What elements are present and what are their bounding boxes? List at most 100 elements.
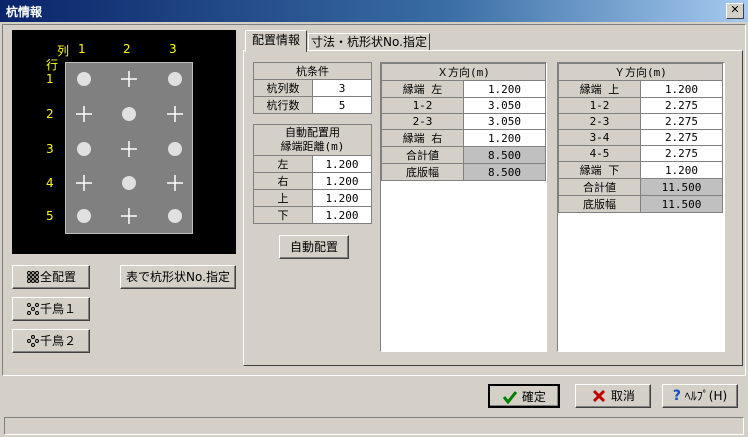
title-bar: 杭情報 ✕: [0, 0, 748, 22]
pile-empty-2-1[interactable]: [76, 106, 92, 122]
auto-edge-table: 自動配置用 縁端距離(m) 左 1.200 右 1.200 上 1.200 下 1.200: [253, 124, 372, 224]
footing-plan[interactable]: [65, 62, 193, 234]
pile-marker-5-3[interactable]: [168, 209, 182, 223]
pile-marker-3-3[interactable]: [168, 142, 182, 156]
edge-bottom-value[interactable]: 1.200: [312, 206, 372, 224]
close-button[interactable]: ✕: [726, 3, 744, 19]
y-dir-value[interactable]: 1.200: [640, 80, 723, 98]
pile-marker-3-1[interactable]: [77, 142, 91, 156]
pile-marker-5-1[interactable]: [77, 209, 91, 223]
x-direction-panel: Ｘ方向(m) 縁端 左 1.200 1-2 3.050 2-3 3.050 縁端 右 1.20…: [380, 62, 547, 352]
ok-label: 確定: [521, 390, 546, 404]
x-dir-value[interactable]: 1.200: [463, 80, 546, 98]
chidori1-label: 千鳥１: [39, 302, 76, 316]
y-dir-label: 縁端 下: [558, 161, 641, 179]
grid-dots-icon: [26, 271, 39, 283]
edge-right-label: 右: [253, 172, 313, 190]
y-dir-value[interactable]: 2.275: [640, 113, 723, 130]
edge-bottom-label: 下: [253, 206, 313, 224]
pile-rows-label: 杭行数: [253, 96, 313, 114]
row-label-3: 3: [46, 142, 54, 156]
x-icon: [593, 389, 606, 403]
pile-marker-1-1[interactable]: [77, 72, 91, 86]
edge-left-value[interactable]: 1.200: [312, 155, 372, 173]
table-spec-button[interactable]: 表で杭形状No.指定: [120, 265, 236, 289]
auto-cond-title: 自動配置用 縁端距離(m): [253, 124, 372, 156]
staggered-dots-alt-icon: [26, 335, 39, 347]
x-dir-label: 底版幅: [381, 163, 464, 181]
pile-rows-value[interactable]: 5: [312, 96, 372, 114]
y-dir-label: 2-3: [558, 113, 641, 130]
pile-empty-4-3[interactable]: [167, 175, 183, 191]
pile-empty-5-2[interactable]: [121, 208, 137, 224]
chidori2-label: 千鳥２: [39, 334, 76, 348]
help-button[interactable]: ? ﾍﾙﾌﾟ(H): [662, 384, 738, 408]
pile-empty-3-2[interactable]: [121, 141, 137, 157]
col-header: 列: [57, 44, 70, 58]
cancel-button[interactable]: 取消: [575, 384, 651, 408]
edge-left-label: 左: [253, 155, 313, 173]
x-dir-label: 縁端 左: [381, 80, 464, 98]
x-dir-label: 縁端 右: [381, 129, 464, 147]
y-dir-row: 合計値 11.500: [558, 178, 723, 196]
y-dir-value: 11.500: [640, 195, 723, 213]
all-place-button[interactable]: 全配置: [12, 265, 90, 289]
pile-empty-1-2[interactable]: [121, 71, 137, 87]
y-dir-value: 11.500: [640, 178, 723, 196]
y-dir-label: 縁端 上: [558, 80, 641, 98]
x-dir-label: 1-2: [381, 97, 464, 114]
auto-place-button[interactable]: 自動配置: [279, 235, 349, 259]
y-dir-row: 3-4 2.275: [558, 129, 723, 146]
x-dir-row: 2-3 3.050: [381, 113, 546, 130]
pile-condition-table: 杭条件 杭列数 3 杭行数 5: [253, 62, 372, 114]
col-label-3: 3: [169, 42, 177, 56]
row-label-4: 4: [46, 176, 54, 190]
y-dir-value[interactable]: 2.275: [640, 97, 723, 114]
y-dir-title: Ｙ方向(m): [558, 63, 723, 81]
x-dir-row: 底版幅 8.500: [381, 163, 546, 181]
y-dir-row: 2-3 2.275: [558, 113, 723, 130]
row-header: 行: [46, 58, 59, 72]
row-label-5: 5: [46, 209, 54, 223]
pile-empty-4-1[interactable]: [76, 175, 92, 191]
pile-empty-2-3[interactable]: [167, 106, 183, 122]
pile-cols-label: 杭列数: [253, 79, 313, 97]
tab-dimension-shape[interactable]: 寸法・杭形状No.指定: [308, 33, 430, 51]
staggered-dots-icon: [26, 303, 39, 315]
col-label-1: 1: [78, 42, 86, 56]
pile-marker-1-3[interactable]: [168, 72, 182, 86]
pile-cols-value[interactable]: 3: [312, 79, 372, 97]
y-dir-value[interactable]: 2.275: [640, 145, 723, 162]
all-place-label: 全配置: [39, 270, 76, 284]
row-label-2: 2: [46, 107, 54, 121]
pile-marker-2-2[interactable]: [122, 107, 136, 121]
edge-top-value[interactable]: 1.200: [312, 189, 372, 207]
y-dir-value[interactable]: 1.200: [640, 161, 723, 179]
check-icon: [502, 391, 518, 405]
x-dir-row: 合計値 8.500: [381, 146, 546, 164]
status-bar: [4, 417, 744, 435]
y-dir-label: 4-5: [558, 145, 641, 162]
x-dir-value[interactable]: 1.200: [463, 129, 546, 147]
x-dir-title: Ｘ方向(m): [381, 63, 546, 81]
x-dir-value[interactable]: 3.050: [463, 97, 546, 114]
y-dir-row: 底版幅 11.500: [558, 195, 723, 213]
help-label: ﾍﾙﾌﾟ(H): [684, 389, 728, 403]
y-dir-value[interactable]: 2.275: [640, 129, 723, 146]
row-label-1: 1: [46, 72, 54, 86]
tab-placement-info[interactable]: 配置情報: [245, 30, 307, 52]
edge-right-value[interactable]: 1.200: [312, 172, 372, 190]
y-dir-row: 4-5 2.275: [558, 145, 723, 162]
ok-button[interactable]: 確定: [488, 384, 560, 408]
y-dir-label: 1-2: [558, 97, 641, 114]
col-label-2: 2: [123, 42, 131, 56]
chidori2-button[interactable]: 千鳥２: [12, 329, 90, 353]
pile-marker-4-2[interactable]: [122, 176, 136, 190]
chidori1-button[interactable]: 千鳥１: [12, 297, 90, 321]
y-dir-label: 合計値: [558, 178, 641, 196]
pile-cond-title: 杭条件: [253, 62, 372, 80]
x-dir-label: 2-3: [381, 113, 464, 130]
x-dir-value[interactable]: 3.050: [463, 113, 546, 130]
x-dir-row: 縁端 左 1.200: [381, 80, 546, 98]
y-dir-label: 3-4: [558, 129, 641, 146]
